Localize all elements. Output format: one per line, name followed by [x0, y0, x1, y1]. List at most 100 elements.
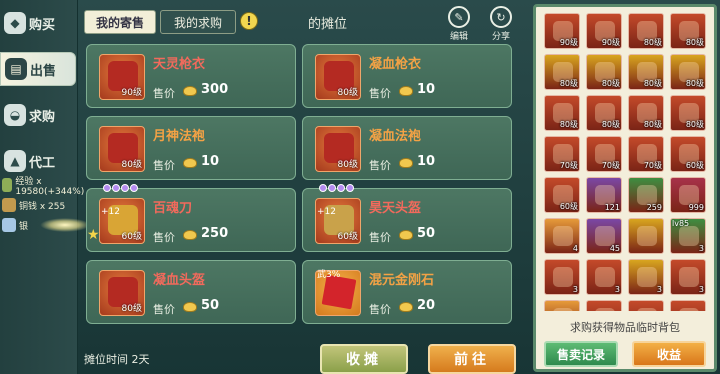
inventory-slot[interactable]: 90级 — [544, 13, 580, 49]
item-name: 百魂刀 — [153, 201, 193, 216]
inventory-slot[interactable]: 80级 — [544, 54, 580, 90]
ingot-icon — [183, 302, 197, 312]
share-button[interactable]: ↻ 分享 — [486, 6, 516, 42]
item-card[interactable]: 60级 +12 昊天头盔 售价 50 — [302, 184, 512, 252]
item-icon — [679, 226, 699, 246]
gem-slots — [319, 184, 354, 194]
ingot-icon — [183, 158, 197, 168]
inventory-slot[interactable]: 3 lv85 — [670, 218, 706, 254]
inventory-slot[interactable]: 80级 — [544, 95, 580, 131]
inventory-grid: 90级 90级 80级 80级 80级 80级 80级 80级 80级 80级 80级 80级 70级 7… — [544, 13, 708, 311]
ingot-icon — [399, 230, 413, 240]
item-thumbnail: 90级 — [99, 54, 145, 100]
inventory-slot[interactable]: 80级 — [670, 13, 706, 49]
slot-count: 80级 — [685, 79, 704, 88]
inventory-slot[interactable]: 3 — [586, 259, 622, 295]
tab-my-request[interactable]: 我的求购 — [160, 10, 236, 34]
nav-item-request[interactable]: ◒ 求购 — [0, 98, 76, 132]
inventory-note: 求购获得物品临时背包 — [570, 321, 680, 334]
inventory-slot[interactable]: 3 — [544, 259, 580, 295]
inventory-slot[interactable]: 80级 — [670, 95, 706, 131]
inventory-slot[interactable] — [586, 300, 622, 311]
item-tag: 武3% — [317, 270, 341, 280]
inventory-slot[interactable]: 4 — [544, 218, 580, 254]
inventory-slot[interactable]: 259 — [628, 177, 664, 213]
item-card[interactable]: 武3% 混元金刚石 售价 20 — [302, 260, 512, 324]
price-label: 售价 — [369, 159, 391, 172]
inventory-slot[interactable]: 80级 — [586, 54, 622, 90]
exp-icon — [2, 178, 13, 192]
item-icon — [679, 185, 699, 205]
item-icon — [553, 267, 573, 287]
ingot-icon — [183, 230, 197, 240]
inventory-slot[interactable]: 45 — [586, 218, 622, 254]
inventory-slot[interactable]: 3 — [628, 259, 664, 295]
goto-button[interactable]: 前往 — [428, 344, 516, 374]
inventory-slot[interactable]: 90级 — [586, 13, 622, 49]
exclamation-icon[interactable]: ! — [240, 12, 258, 30]
inventory-slot[interactable]: 70级 — [628, 136, 664, 172]
silver-icon — [2, 218, 16, 232]
slot-count: 70级 — [601, 161, 620, 170]
inventory-slot[interactable] — [670, 300, 706, 311]
inventory-slot[interactable]: 80级 — [628, 13, 664, 49]
ingot-icon — [183, 86, 197, 96]
nav-label: 购买 — [29, 17, 56, 33]
inventory-slot[interactable]: 80级 — [586, 95, 622, 131]
reward-exp: 经验 x 19580(+344%) — [2, 176, 88, 197]
enhance-level: +12 — [101, 207, 120, 217]
slot-count: 90级 — [601, 38, 620, 47]
withdraw-button[interactable]: 收摊 — [320, 344, 408, 374]
slot-count: 3 — [698, 244, 704, 253]
inventory-slot[interactable]: 80级 — [670, 54, 706, 90]
ingot-icon — [399, 86, 413, 96]
inventory-slot[interactable] — [628, 218, 664, 254]
gem-slots — [103, 184, 138, 194]
bag-icon: ◆ — [4, 12, 26, 34]
reward-coin: 铜钱 x 255 — [2, 196, 65, 214]
item-card[interactable]: 80级 凝血枪衣 售价 10 — [302, 44, 512, 108]
item-name: 天灵枪衣 — [153, 57, 206, 72]
copper-coin-icon — [2, 198, 16, 212]
anvil-icon: ▲ — [4, 150, 26, 172]
share-icon: ↻ — [490, 6, 512, 28]
nav-label: 求购 — [29, 109, 56, 125]
nav-item-buy[interactable]: ◆ 购买 — [0, 6, 76, 40]
slot-count: 3 — [572, 285, 578, 294]
inventory-slot[interactable]: 60级 — [544, 177, 580, 213]
stall-time: 摊位时间 2天 — [84, 353, 150, 366]
item-card[interactable]: 60级 +12 ★ 百魂刀 售价 250 — [86, 184, 296, 252]
inventory-slot[interactable]: 80级 — [628, 95, 664, 131]
slot-count: 60级 — [685, 161, 704, 170]
item-name: 月神法袍 — [153, 129, 206, 144]
edit-button[interactable]: ✎ 编辑 — [444, 6, 474, 42]
stall-screen: ◆ 购买 ▤ 出售 ◒ 求购 ▲ 代工 经验 x 19580(+344%) 铜钱… — [0, 0, 720, 374]
star-icon: ★ — [87, 227, 100, 243]
profit-button[interactable]: 收益 — [632, 341, 706, 367]
item-price: 10 — [417, 82, 436, 97]
inventory-slot[interactable] — [544, 300, 580, 311]
item-card[interactable]: 80级 月神法袍 售价 10 — [86, 116, 296, 180]
inventory-slot[interactable]: 999 — [670, 177, 706, 213]
item-icon — [595, 308, 615, 311]
item-card[interactable]: 80级 凝血头盔 售价 50 — [86, 260, 296, 324]
inventory-slot[interactable]: 80级 — [628, 54, 664, 90]
inventory-slot[interactable]: 121 — [586, 177, 622, 213]
item-card[interactable]: 90级 天灵枪衣 售价 300 — [86, 44, 296, 108]
item-card[interactable]: 80级 凝血法袍 售价 10 — [302, 116, 512, 180]
inventory-slot[interactable]: 3 — [670, 259, 706, 295]
tab-my-consign[interactable]: 我的寄售 — [84, 10, 156, 34]
item-price: 20 — [417, 298, 436, 313]
inventory-slot[interactable] — [628, 300, 664, 311]
sales-records-button[interactable]: 售卖记录 — [544, 341, 618, 367]
item-thumbnail: 80级 — [99, 270, 145, 316]
inventory-slot[interactable]: 70级 — [544, 136, 580, 172]
price-label: 售价 — [153, 87, 175, 100]
inventory-slot[interactable]: 60级 — [670, 136, 706, 172]
nav-item-sell[interactable]: ▤ 出售 — [0, 52, 76, 86]
item-thumbnail: 60级 — [99, 198, 145, 244]
slot-count: 70级 — [559, 161, 578, 170]
slot-count: 80级 — [643, 120, 662, 129]
slot-count: 3 — [698, 285, 704, 294]
inventory-slot[interactable]: 70级 — [586, 136, 622, 172]
